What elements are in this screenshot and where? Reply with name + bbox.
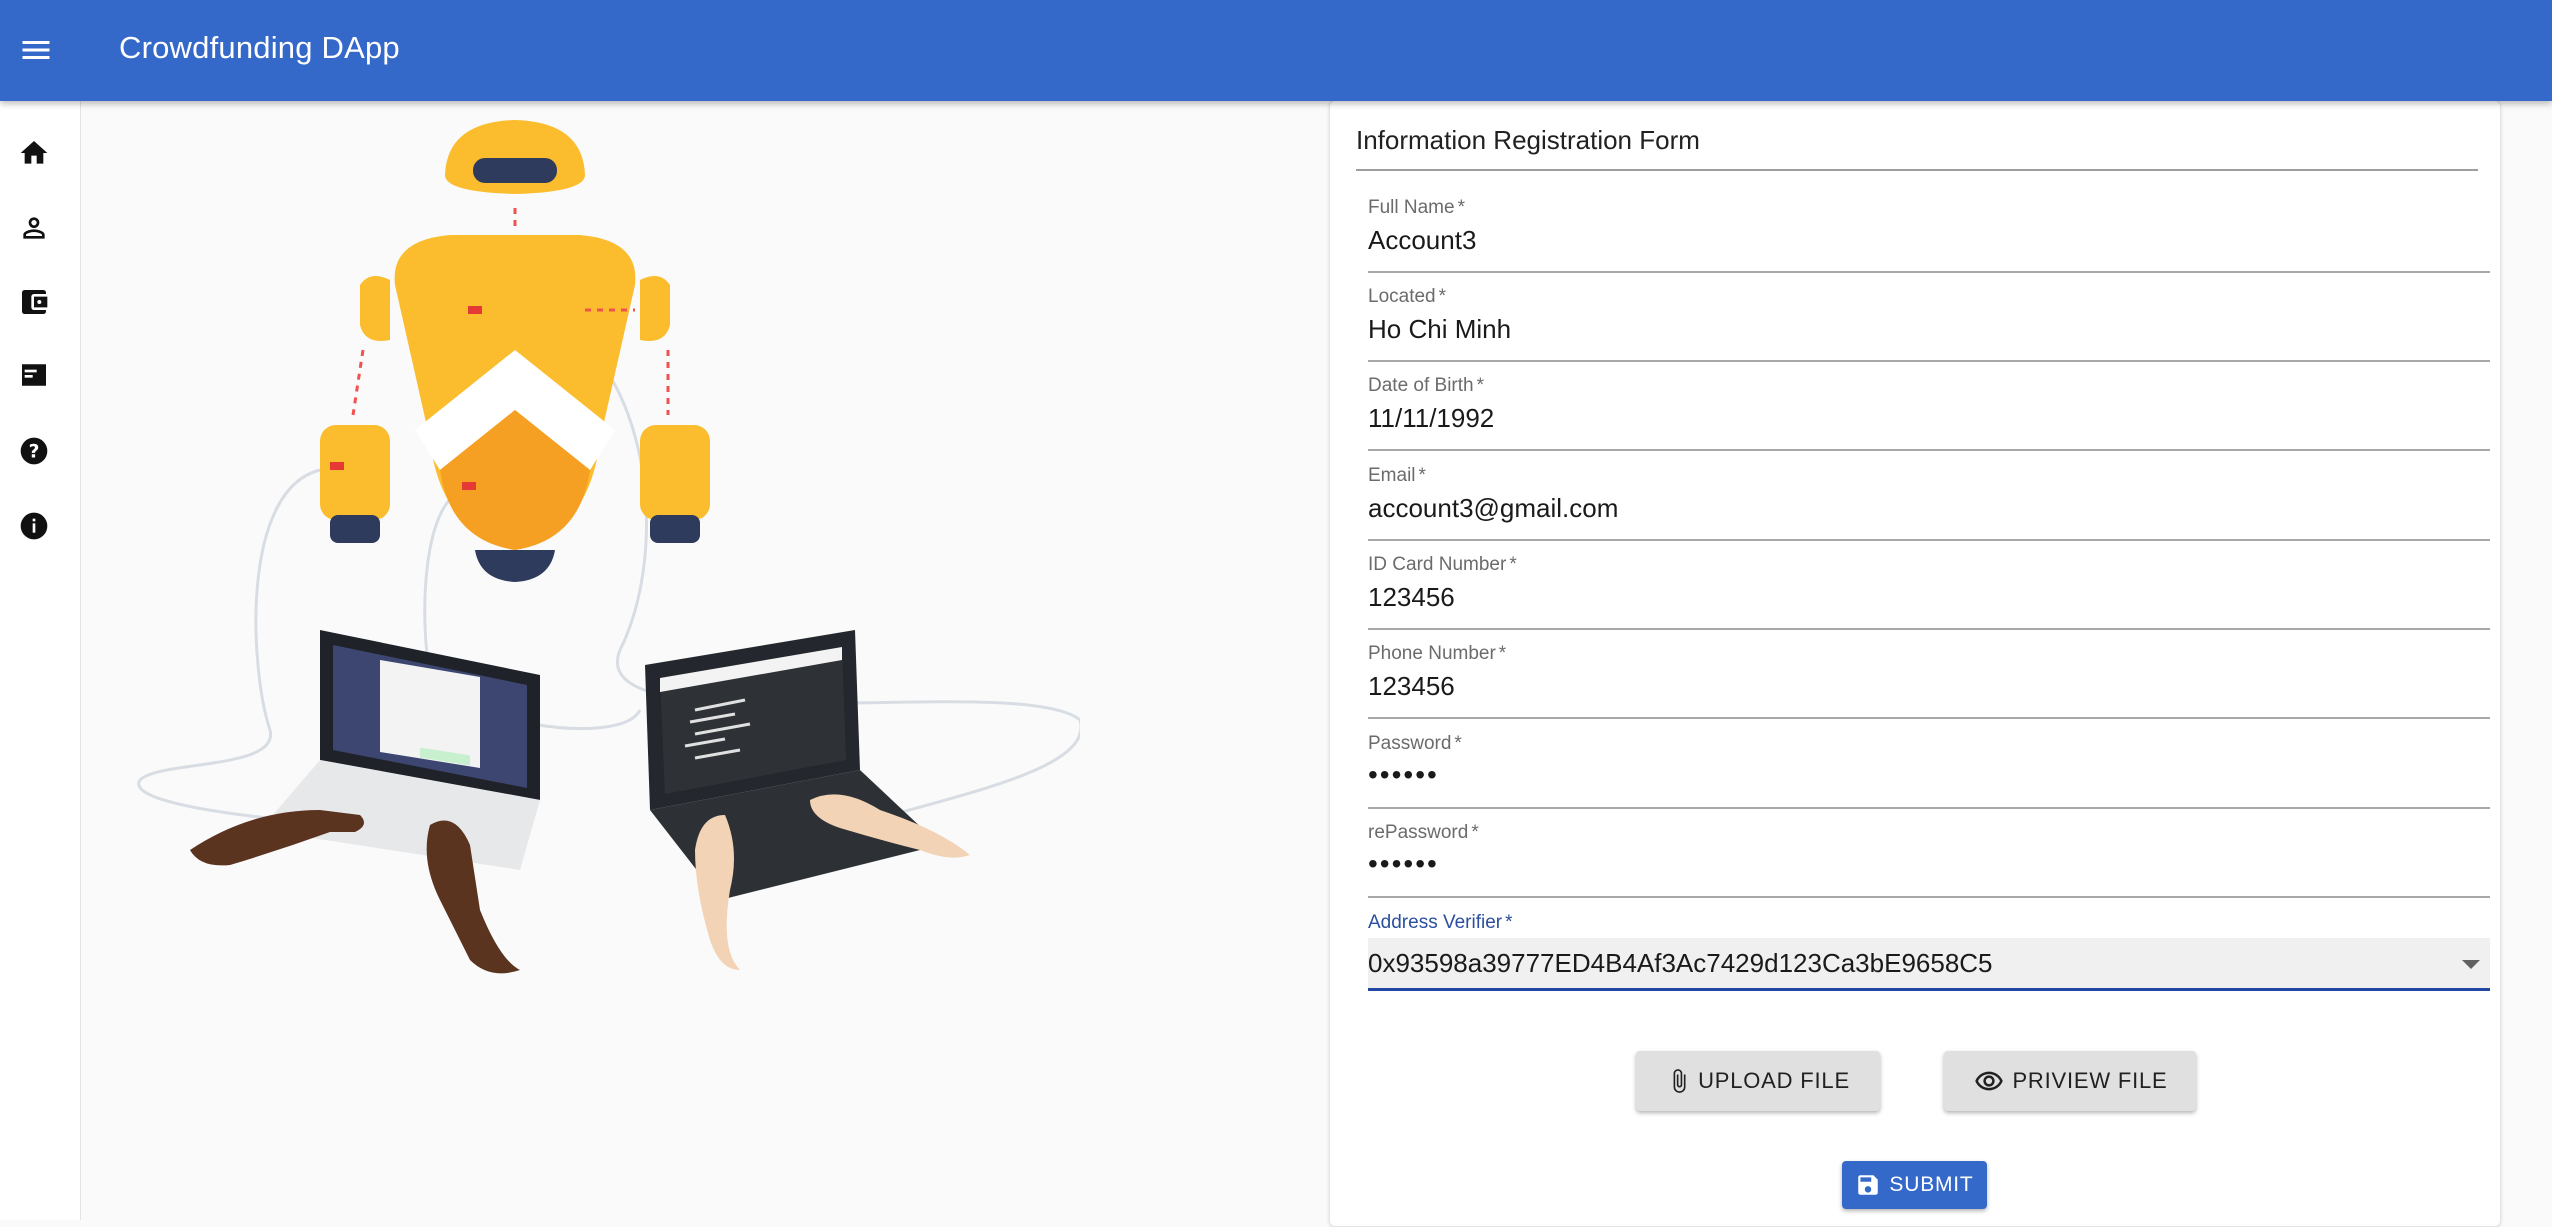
field-underline bbox=[1368, 628, 2490, 630]
field-underline bbox=[1368, 807, 2490, 809]
id-card-number-field[interactable]: ID Card Number * 123456 bbox=[1368, 546, 2490, 630]
field-underline bbox=[1368, 896, 2490, 898]
phone-number-value[interactable]: 123456 bbox=[1368, 671, 1455, 702]
preview-file-button[interactable]: PRIVIEW FILE bbox=[1944, 1051, 2196, 1111]
repassword-value[interactable]: •••••• bbox=[1368, 848, 1439, 880]
info-icon[interactable] bbox=[14, 506, 54, 546]
located-label: Located * bbox=[1368, 286, 1447, 307]
select-underline-active bbox=[1368, 988, 2490, 991]
full-name-label: Full Name * bbox=[1368, 197, 1465, 218]
submit-label: SUBMIT bbox=[1889, 1173, 1974, 1196]
field-underline bbox=[1368, 539, 2490, 541]
wallet-icon[interactable] bbox=[14, 282, 54, 322]
registration-form-card: Information Registration Form Full Name *… bbox=[1329, 100, 2501, 1227]
dropdown-arrow-icon[interactable] bbox=[2462, 960, 2480, 969]
id-card-number-value[interactable]: 123456 bbox=[1368, 582, 1455, 613]
date-of-birth-field[interactable]: Date of Birth * 11/11/1992 bbox=[1368, 367, 2490, 451]
email-field[interactable]: Email * account3@gmail.com bbox=[1368, 457, 2490, 541]
submit-button[interactable]: SUBMIT bbox=[1842, 1161, 1987, 1209]
upload-file-button[interactable]: UPLOAD FILE bbox=[1636, 1051, 1880, 1111]
id-card-number-label: ID Card Number * bbox=[1368, 554, 1517, 575]
save-icon bbox=[1858, 1175, 1879, 1195]
address-verifier-value[interactable]: 0x93598a39777ED4B4Af3Ac7429d123Ca3bE9658… bbox=[1368, 948, 1993, 979]
date-of-birth-label: Date of Birth * bbox=[1368, 375, 1485, 396]
form-title: Information Registration Form bbox=[1356, 125, 1700, 155]
address-verifier-select[interactable]: Address Verifier * 0x93598a39777ED4B4Af3A… bbox=[1368, 904, 2490, 991]
password-field[interactable]: Password * •••••• bbox=[1368, 725, 2490, 809]
upload-file-label: UPLOAD FILE bbox=[1698, 1068, 1850, 1093]
field-underline bbox=[1368, 360, 2490, 362]
phone-number-field[interactable]: Phone Number * 123456 bbox=[1368, 635, 2490, 719]
phone-number-label: Phone Number * bbox=[1368, 643, 1507, 664]
person-icon[interactable] bbox=[14, 208, 54, 248]
home-icon[interactable] bbox=[14, 133, 54, 173]
attach-icon bbox=[1673, 1069, 1686, 1093]
field-underline bbox=[1368, 717, 2490, 719]
password-value[interactable]: •••••• bbox=[1368, 759, 1439, 791]
address-verifier-label: Address Verifier * bbox=[1368, 912, 1513, 933]
hero-illustration bbox=[120, 110, 1083, 990]
field-underline bbox=[1368, 271, 2490, 273]
email-label: Email * bbox=[1368, 465, 1426, 486]
date-of-birth-value[interactable]: 11/11/1992 bbox=[1368, 403, 1494, 434]
field-underline bbox=[1368, 449, 2490, 451]
menu-icon[interactable] bbox=[18, 32, 54, 68]
app-bar: Crowdfunding DApp bbox=[0, 0, 2552, 101]
help-icon[interactable]: ? bbox=[14, 431, 54, 471]
located-field[interactable]: Located * Ho Chi Minh bbox=[1368, 278, 2490, 362]
title-divider bbox=[1356, 169, 2478, 171]
app-title: Crowdfunding DApp bbox=[119, 30, 400, 65]
preview-file-label: PRIVIEW FILE bbox=[2012, 1068, 2168, 1093]
password-label: Password * bbox=[1368, 733, 1462, 754]
side-nav: ? bbox=[0, 101, 81, 1220]
repassword-field[interactable]: rePassword * •••••• bbox=[1368, 814, 2490, 898]
email-value[interactable]: account3@gmail.com bbox=[1368, 493, 1618, 524]
repassword-label: rePassword * bbox=[1368, 822, 1479, 843]
located-value[interactable]: Ho Chi Minh bbox=[1368, 314, 1511, 345]
svg-text:?: ? bbox=[29, 442, 40, 463]
full-name-field[interactable]: Full Name * Account3 bbox=[1368, 189, 2490, 273]
full-name-value[interactable]: Account3 bbox=[1368, 225, 1476, 256]
eye-icon bbox=[1975, 1071, 2004, 1091]
card-icon[interactable] bbox=[14, 355, 54, 395]
